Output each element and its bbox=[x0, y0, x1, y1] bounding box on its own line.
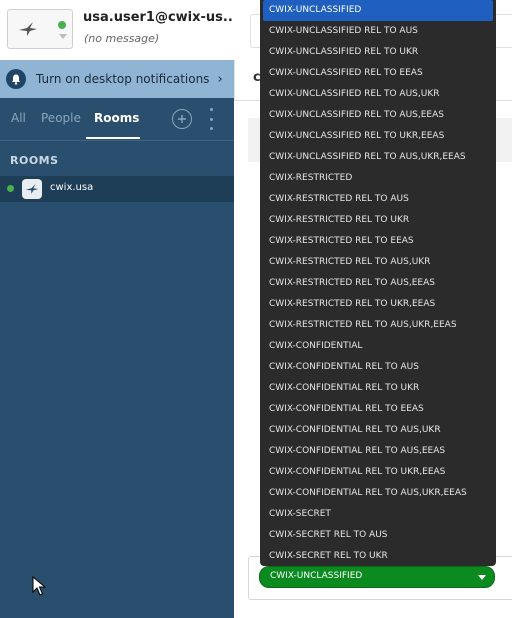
classification-selected-value: CWIX-UNCLASSIFIED bbox=[270, 571, 363, 581]
classification-option[interactable]: CWIX-SECRET REL TO UKR bbox=[260, 546, 496, 566]
classification-option[interactable]: CWIX-UNCLASSIFIED REL TO AUS,EEAS bbox=[260, 105, 496, 126]
swift-bird-icon bbox=[22, 179, 42, 199]
rooms-section-header: ROOMS bbox=[10, 154, 59, 167]
room-name: cwix.usa bbox=[50, 182, 94, 193]
classification-option[interactable]: CWIX-CONFIDENTIAL REL TO UKR,EEAS bbox=[260, 462, 496, 483]
classification-option[interactable]: CWIX-SECRET bbox=[260, 504, 496, 525]
desktop-notifications-banner[interactable]: Turn on desktop notifications › bbox=[0, 60, 234, 98]
classification-option[interactable]: CWIX-UNCLASSIFIED REL TO UKR,EEAS bbox=[260, 126, 496, 147]
classification-option[interactable]: CWIX-CONFIDENTIAL REL TO AUS,UKR bbox=[260, 420, 496, 441]
more-options-button[interactable] bbox=[207, 108, 215, 130]
classification-option[interactable]: CWIX-UNCLASSIFIED REL TO EEAS bbox=[260, 63, 496, 84]
classification-option[interactable]: CWIX-SECRET REL TO AUS bbox=[260, 525, 496, 546]
mouse-pointer-icon bbox=[32, 575, 47, 600]
classification-select[interactable]: CWIX-UNCLASSIFIED bbox=[259, 566, 495, 588]
classification-option[interactable]: CWIX-UNCLASSIFIED REL TO AUS,UKR,EEAS bbox=[260, 147, 496, 168]
caret-down-icon bbox=[478, 575, 486, 580]
account-name[interactable]: usa.user1@cwix-us... bbox=[83, 10, 233, 25]
bell-icon bbox=[6, 69, 26, 89]
classification-option[interactable]: CWIX-CONFIDENTIAL REL TO AUS bbox=[260, 357, 496, 378]
presence-status-dot bbox=[58, 21, 66, 29]
add-room-button[interactable] bbox=[172, 109, 192, 129]
classification-option[interactable]: CWIX-UNCLASSIFIED bbox=[263, 0, 493, 21]
presence-caret-icon bbox=[59, 34, 67, 39]
classification-option[interactable]: CWIX-RESTRICTED REL TO UKR,EEAS bbox=[260, 294, 496, 315]
classification-option[interactable]: CWIX-UNCLASSIFIED REL TO AUS bbox=[260, 21, 496, 42]
active-tab-indicator bbox=[86, 137, 140, 139]
room-online-dot bbox=[7, 185, 14, 192]
plus-icon bbox=[178, 115, 186, 123]
tab-rooms[interactable]: Rooms bbox=[94, 111, 139, 125]
swift-bird-icon bbox=[17, 18, 39, 40]
chevron-right-icon: › bbox=[217, 71, 223, 87]
classification-option[interactable]: CWIX-UNCLASSIFIED REL TO AUS,UKR bbox=[260, 84, 496, 105]
account-avatar-button[interactable] bbox=[7, 9, 73, 49]
classification-option[interactable]: CWIX-RESTRICTED REL TO EEAS bbox=[260, 231, 496, 252]
account-header: usa.user1@cwix-us... (no message) bbox=[0, 0, 234, 60]
notifications-banner-text: Turn on desktop notifications bbox=[36, 72, 210, 86]
classification-option[interactable]: CWIX-CONFIDENTIAL REL TO AUS,UKR,EEAS bbox=[260, 483, 496, 504]
classification-option[interactable]: CWIX-RESTRICTED bbox=[260, 168, 496, 189]
classification-option[interactable]: CWIX-RESTRICTED REL TO AUS bbox=[260, 189, 496, 210]
classification-option[interactable]: CWIX-CONFIDENTIAL bbox=[260, 336, 496, 357]
account-status-message[interactable]: (no message) bbox=[84, 32, 159, 45]
tab-all[interactable]: All bbox=[11, 111, 26, 125]
room-list-item[interactable]: cwix.usa bbox=[0, 176, 234, 202]
classification-option[interactable]: CWIX-UNCLASSIFIED REL TO UKR bbox=[260, 42, 496, 63]
sidebar: Turn on desktop notifications › All Peop… bbox=[0, 60, 234, 618]
classification-option[interactable]: CWIX-CONFIDENTIAL REL TO UKR bbox=[260, 378, 496, 399]
classification-option[interactable]: CWIX-RESTRICTED REL TO AUS,UKR,EEAS bbox=[260, 315, 496, 336]
tab-people[interactable]: People bbox=[41, 111, 81, 125]
classification-option[interactable]: CWIX-CONFIDENTIAL REL TO EEAS bbox=[260, 399, 496, 420]
classification-option[interactable]: CWIX-RESTRICTED REL TO AUS,UKR bbox=[260, 252, 496, 273]
classification-option[interactable]: CWIX-RESTRICTED REL TO UKR bbox=[260, 210, 496, 231]
classification-option[interactable]: CWIX-RESTRICTED REL TO AUS,EEAS bbox=[260, 273, 496, 294]
sidebar-tabs: All People Rooms bbox=[0, 98, 234, 141]
classification-dropdown-list[interactable]: CWIX-UNCLASSIFIED CWIX-UNCLASSIFIED REL T… bbox=[260, 0, 496, 566]
classification-option[interactable]: CWIX-CONFIDENTIAL REL TO AUS,EEAS bbox=[260, 441, 496, 462]
